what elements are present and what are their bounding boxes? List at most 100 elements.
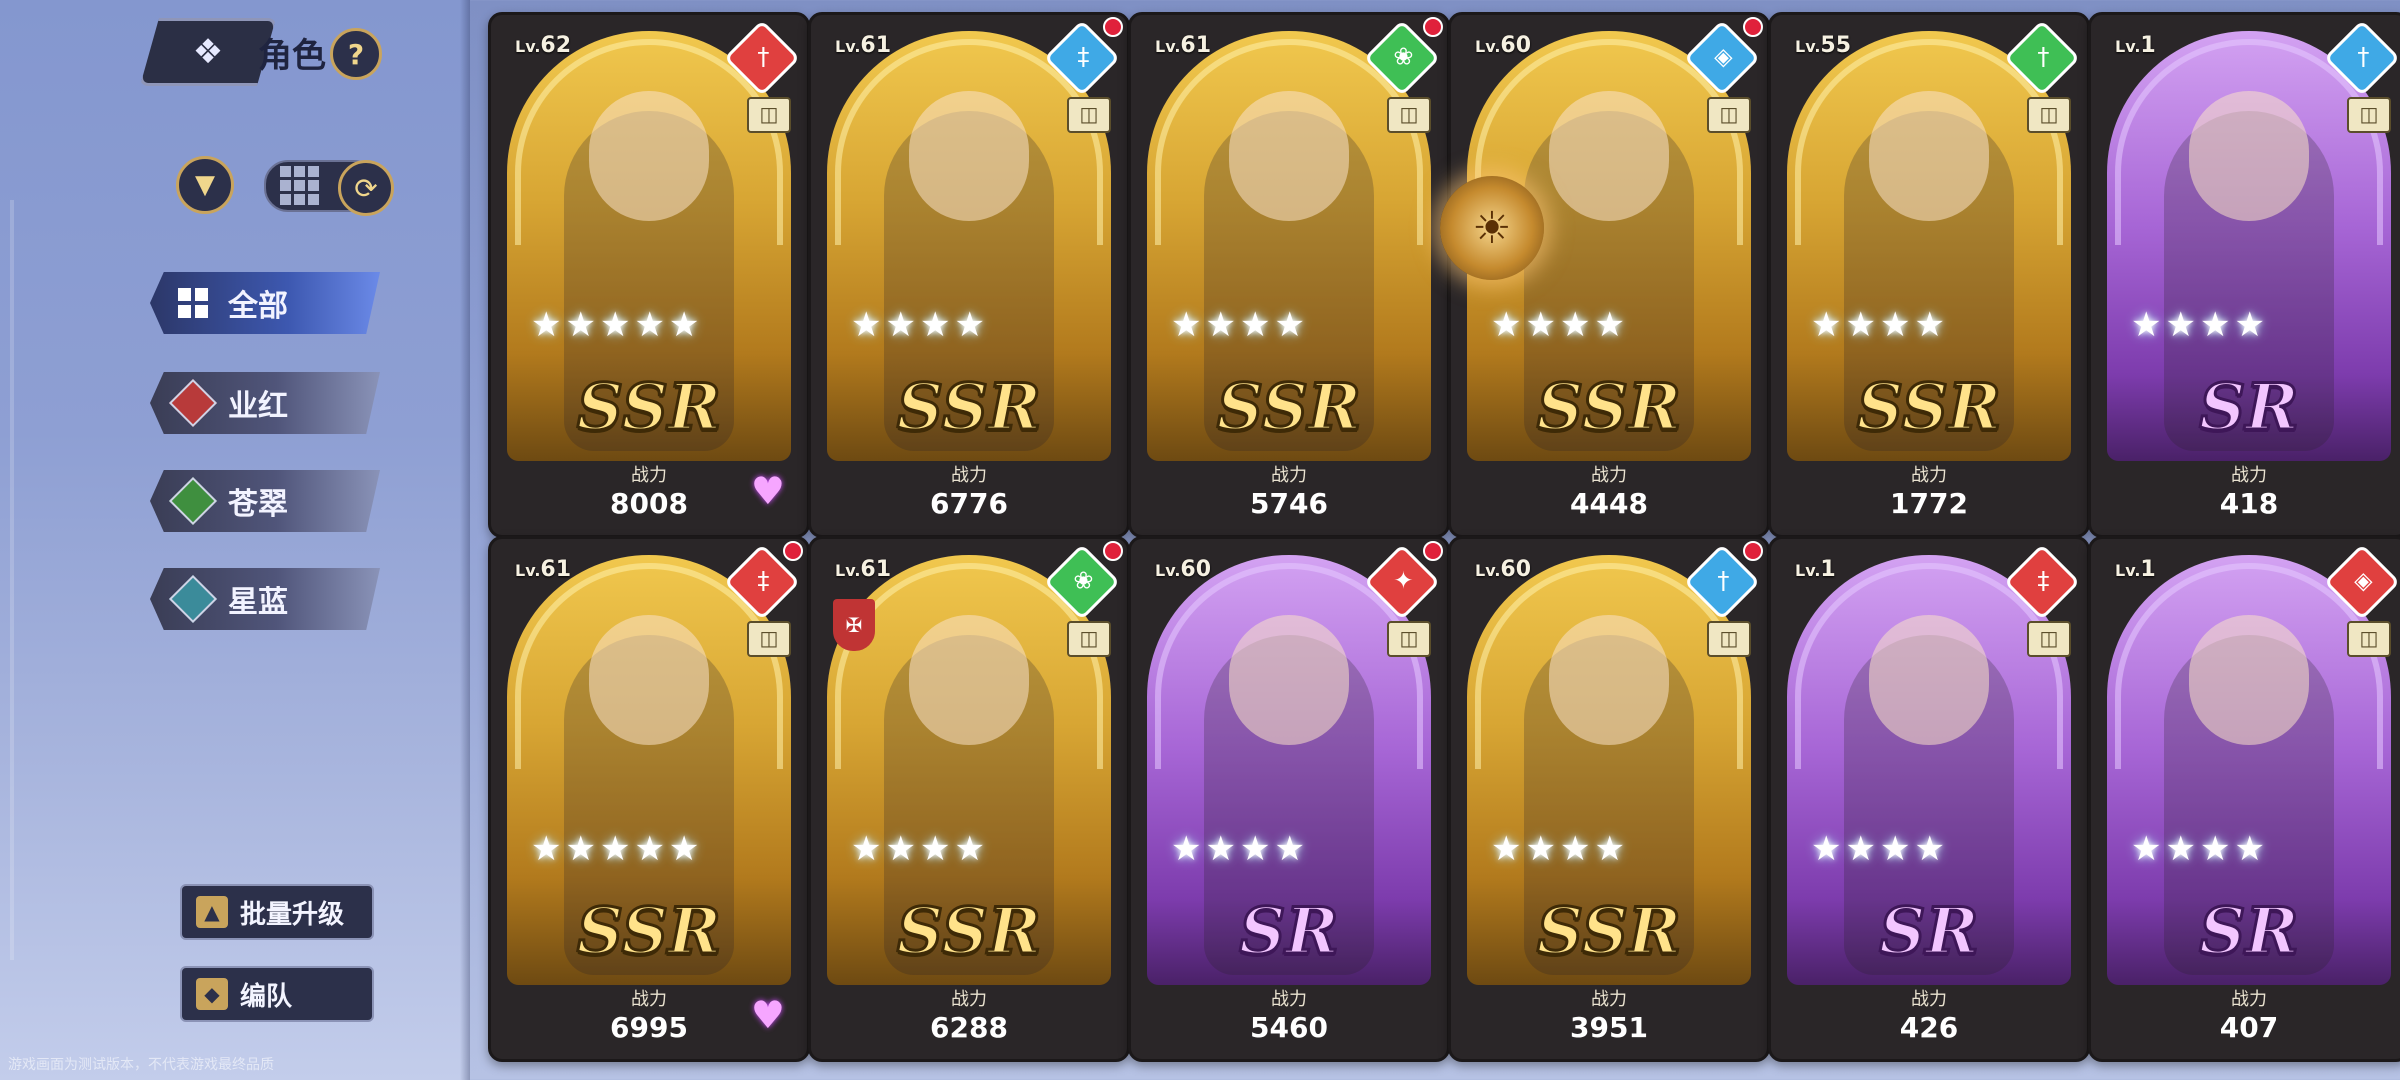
batch-upgrade-label: 批量升级 bbox=[240, 899, 345, 930]
power-value: 1772 bbox=[1890, 487, 1968, 520]
faction-emblem-icon: ✠ bbox=[833, 599, 875, 651]
heart-icon: ♥ bbox=[750, 469, 785, 513]
category-green[interactable]: 苍翠 bbox=[150, 470, 380, 532]
rarity-badge: SSR bbox=[1855, 369, 2002, 447]
team-button[interactable]: ◆ 编队 bbox=[180, 966, 374, 1022]
category-all[interactable]: 全部 bbox=[150, 272, 380, 334]
power-value: 4448 bbox=[1570, 487, 1648, 520]
level-label: Lv.61 bbox=[835, 557, 892, 582]
red-diamond-icon bbox=[168, 378, 218, 428]
power-label: 战力 bbox=[1591, 989, 1627, 1010]
category-label: 星蓝 bbox=[228, 585, 288, 620]
character-card[interactable]: Lv.1 ◈ ◫ ★★★★ SR 战力 407 bbox=[2088, 536, 2400, 1062]
team-icon: ◆ bbox=[196, 978, 228, 1010]
notification-dot bbox=[1103, 17, 1123, 37]
character-head bbox=[1869, 91, 1989, 221]
upgrade-icon: ▲ bbox=[196, 896, 228, 928]
notification-dot bbox=[1423, 541, 1443, 561]
power-label: 战力 bbox=[1911, 465, 1947, 486]
power-label: 战力 bbox=[1271, 989, 1307, 1010]
power-value: 3951 bbox=[1570, 1011, 1648, 1044]
notification-dot bbox=[1423, 17, 1443, 37]
sword-icon: † bbox=[2357, 42, 2370, 71]
power-label: 战力 bbox=[1591, 465, 1627, 486]
level-label: Lv.1 bbox=[2115, 33, 2156, 58]
character-card[interactable]: Lv.55 † ◫ ★★★★ SSR 战力 1772 bbox=[1768, 12, 2090, 538]
heart-icon: ♥ bbox=[750, 993, 785, 1037]
level-label: Lv.61 bbox=[835, 33, 892, 58]
power-label: 战力 bbox=[1271, 465, 1307, 486]
help-button[interactable]: ? bbox=[330, 28, 382, 80]
blue-diamond-icon bbox=[168, 574, 218, 624]
character-head bbox=[589, 615, 709, 745]
ticket-icon: ◫ bbox=[1707, 621, 1751, 657]
dagger-icon: ‡ bbox=[757, 566, 770, 595]
star-rating: ★★★★ bbox=[1491, 305, 1629, 345]
power-label: 战力 bbox=[1911, 989, 1947, 1010]
character-card[interactable]: Lv.61 ❀ ◫ ★★★★ SSR 战力 5746 bbox=[1128, 12, 1450, 538]
dagger-icon: ‡ bbox=[1077, 42, 1090, 71]
rarity-badge: SSR bbox=[575, 369, 722, 447]
level-label: Lv.1 bbox=[2115, 557, 2156, 582]
rarity-badge: SSR bbox=[1215, 369, 1362, 447]
character-card[interactable]: Lv.60 † ◫ ★★★★ SSR 战力 3951 bbox=[1448, 536, 1770, 1062]
rarity-badge: SR bbox=[1238, 893, 1340, 971]
character-card[interactable]: Lv.1 † ◫ ★★★★ SR 战力 418 bbox=[2088, 12, 2400, 538]
character-head bbox=[1869, 615, 1989, 745]
rarity-badge: SSR bbox=[895, 893, 1042, 971]
level-label: Lv.61 bbox=[1155, 33, 1212, 58]
ticket-icon: ◫ bbox=[2347, 97, 2391, 133]
flame-icon: ❀ bbox=[1393, 42, 1414, 71]
power-label: 战力 bbox=[2231, 989, 2267, 1010]
dagger-icon: ‡ bbox=[2037, 566, 2050, 595]
ticket-icon: ◫ bbox=[1387, 97, 1431, 133]
character-head bbox=[1549, 615, 1669, 745]
power-label: 战力 bbox=[2231, 465, 2267, 486]
character-card[interactable]: Lv.60 ✦ ◫ ★★★★ SR 战力 5460 bbox=[1128, 536, 1450, 1062]
character-card[interactable]: Lv.61 ‡ ◫ ★★★★★ SSR 战力 6995 ♥ bbox=[488, 536, 810, 1062]
category-blue[interactable]: 星蓝 bbox=[150, 568, 380, 630]
power-value: 407 bbox=[2219, 1011, 2279, 1044]
power-label: 战力 bbox=[951, 989, 987, 1010]
character-card[interactable]: Lv.61 ❀ ◫ ★★★★ SSR 战力 6288 ✠ bbox=[808, 536, 1130, 1062]
ticket-icon: ◫ bbox=[2347, 621, 2391, 657]
page-title: 角色 bbox=[258, 36, 326, 76]
character-head bbox=[589, 91, 709, 221]
character-card[interactable]: Lv.1 ‡ ◫ ★★★★ SR 战力 426 bbox=[1768, 536, 2090, 1062]
shield-icon: ◈ bbox=[2354, 566, 2373, 595]
refresh-icon: ⟳ bbox=[354, 171, 378, 205]
rarity-badge: SSR bbox=[1535, 369, 1682, 447]
sword-icon: † bbox=[2037, 42, 2050, 71]
team-label: 编队 bbox=[240, 981, 293, 1012]
power-value: 5746 bbox=[1250, 487, 1328, 520]
character-head bbox=[1229, 91, 1349, 221]
staff-icon: ✦ bbox=[1393, 566, 1414, 595]
refresh-button[interactable]: ⟳ bbox=[338, 160, 394, 216]
ticket-icon: ◫ bbox=[1387, 621, 1431, 657]
decor-line bbox=[10, 200, 14, 960]
character-card[interactable]: Lv.61 ‡ ◫ ★★★★ SSR 战力 6776 bbox=[808, 12, 1130, 538]
filter-button[interactable]: ▼ bbox=[176, 156, 234, 214]
rarity-badge: SR bbox=[2198, 369, 2300, 447]
character-head bbox=[909, 91, 1029, 221]
rarity-badge: SR bbox=[2198, 893, 2300, 971]
star-rating: ★★★★ bbox=[1811, 829, 1949, 869]
back-button[interactable]: ❖ bbox=[140, 18, 276, 86]
star-rating: ★★★★ bbox=[1171, 829, 1309, 869]
character-head bbox=[1229, 615, 1349, 745]
star-rating: ★★★★★ bbox=[531, 305, 704, 345]
character-head bbox=[909, 615, 1029, 745]
power-value: 6288 bbox=[930, 1011, 1008, 1044]
category-red[interactable]: 业红 bbox=[150, 372, 380, 434]
notification-dot bbox=[1743, 541, 1763, 561]
star-rating: ★★★★ bbox=[1811, 305, 1949, 345]
character-card[interactable]: Lv.62 † ◫ ★★★★★ SSR 战力 8008 ♥ bbox=[488, 12, 810, 538]
star-rating: ★★★★ bbox=[851, 829, 989, 869]
batch-upgrade-button[interactable]: ▲ 批量升级 bbox=[180, 884, 374, 940]
star-rating: ★★★★ bbox=[2131, 829, 2269, 869]
power-value: 426 bbox=[1899, 1011, 1959, 1044]
green-diamond-icon bbox=[168, 476, 218, 526]
level-label: Lv.60 bbox=[1475, 557, 1532, 582]
power-value: 5460 bbox=[1250, 1011, 1328, 1044]
level-label: Lv.55 bbox=[1795, 33, 1852, 58]
